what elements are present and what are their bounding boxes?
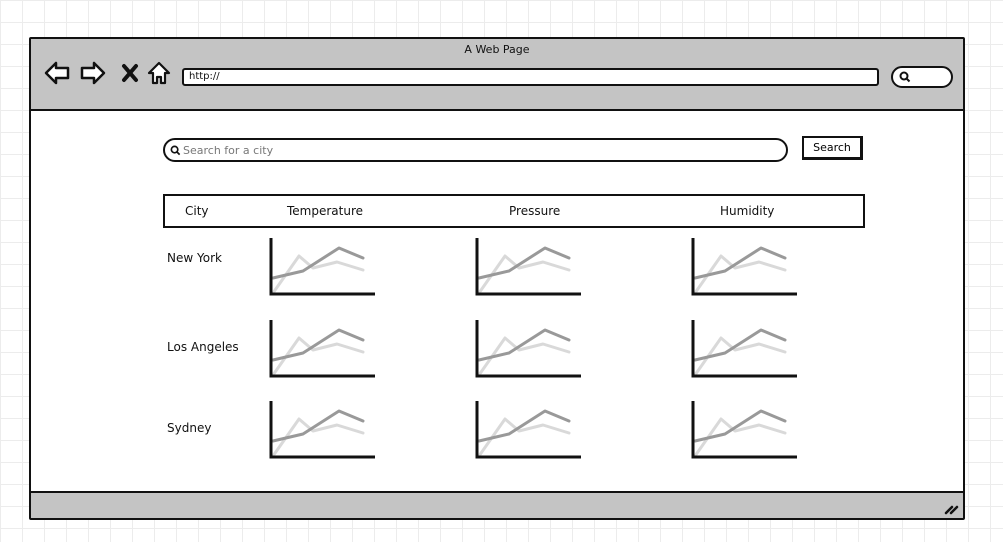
pressure-chart-placeholder-icon (475, 318, 583, 378)
humidity-chart-placeholder-icon (691, 236, 799, 296)
table-row: Los Angeles (163, 318, 863, 378)
forward-arrow-icon[interactable] (79, 59, 107, 87)
column-header-humidity: Humidity (720, 204, 775, 218)
table-row: Sydney (163, 399, 863, 459)
city-search-field[interactable] (163, 138, 788, 162)
column-header-city: City (185, 204, 209, 218)
city-search-input[interactable] (183, 142, 773, 158)
search-icon (170, 145, 181, 156)
page-content: Search City Temperature Pressure Humidit… (31, 111, 963, 495)
resize-grip-icon[interactable] (943, 500, 959, 516)
pressure-chart-placeholder-icon (475, 399, 583, 459)
address-bar[interactable]: http:// (182, 68, 879, 86)
temperature-chart-placeholder-icon (269, 236, 377, 296)
window-title: A Web Page (464, 43, 530, 56)
close-x-icon[interactable] (117, 59, 145, 87)
back-arrow-icon[interactable] (43, 59, 71, 87)
home-icon[interactable] (145, 59, 173, 87)
humidity-chart-placeholder-icon (691, 399, 799, 459)
city-name: Sydney (167, 421, 212, 435)
temperature-chart-placeholder-icon (269, 399, 377, 459)
city-name: Los Angeles (167, 340, 239, 354)
status-bar (31, 491, 963, 518)
table-header: City Temperature Pressure Humidity (163, 194, 865, 228)
browser-toolbar: A Web Page http:// (31, 39, 963, 111)
browser-window: A Web Page http:// Search for a city Sea… (29, 37, 965, 520)
search-button[interactable]: Search (802, 136, 863, 160)
column-header-pressure: Pressure (509, 204, 561, 218)
city-name: New York (167, 251, 222, 265)
column-header-temperature: Temperature (287, 204, 364, 218)
humidity-chart-placeholder-icon (691, 318, 799, 378)
search-icon (899, 71, 911, 83)
pressure-chart-placeholder-icon (475, 236, 583, 296)
table-row: New York (163, 236, 863, 296)
toolbar-search-box[interactable] (891, 66, 953, 88)
temperature-chart-placeholder-icon (269, 318, 377, 378)
